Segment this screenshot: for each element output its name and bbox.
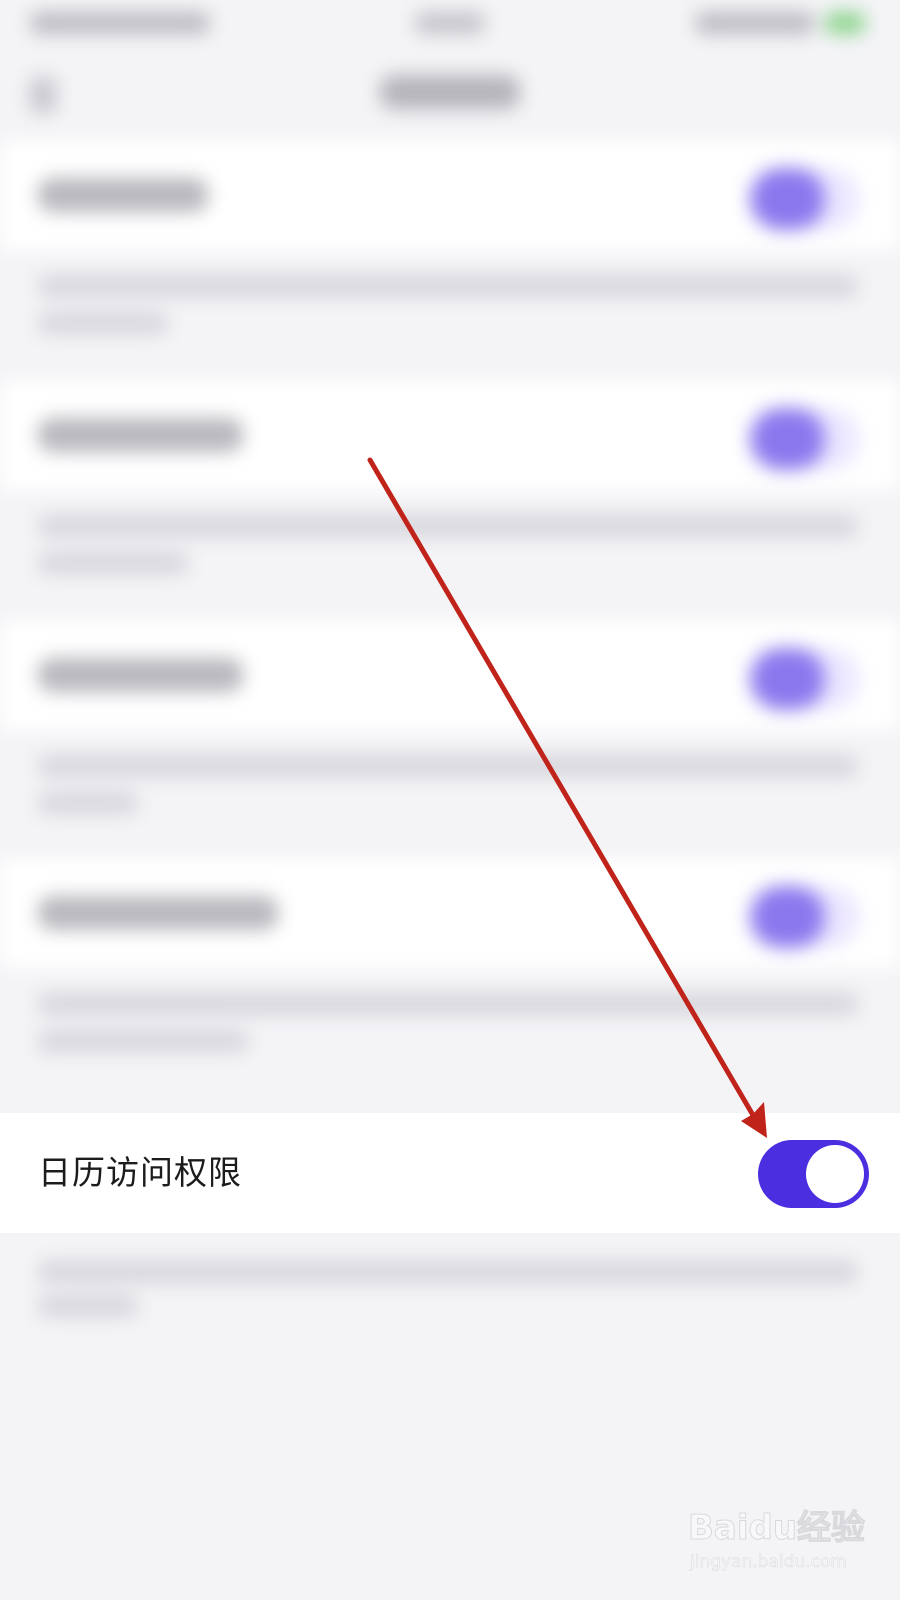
setting-row-1 (0, 140, 900, 250)
nav-bar (0, 55, 900, 135)
setting-row-1-toggle[interactable] (750, 168, 860, 230)
setting-row-4-title (38, 896, 278, 930)
toggle-knob (806, 1145, 864, 1203)
status-bar (0, 0, 900, 50)
setting-row-4-description (0, 968, 900, 1093)
setting-row-2-description (0, 490, 900, 615)
page-title (380, 75, 520, 109)
status-bar-carrier (30, 12, 210, 34)
settings-page: 日历访问权限 Baidu经验 jingyan.baidu.com (0, 0, 900, 1600)
watermark-url: jingyan.baidu.com (690, 1552, 847, 1573)
battery-icon (825, 12, 865, 34)
setting-row-4-toggle[interactable] (750, 886, 860, 948)
setting-row-calendar-access[interactable]: 日历访问权限 (0, 1113, 900, 1233)
status-bar-time (415, 12, 485, 34)
setting-row-3-toggle[interactable] (750, 648, 860, 710)
blurred-background (0, 0, 900, 1600)
setting-row-1-description (0, 250, 900, 375)
setting-row-3-description (0, 730, 900, 855)
setting-row-2-toggle[interactable] (750, 408, 860, 470)
setting-row-2-title (38, 418, 243, 452)
calendar-access-description (0, 1233, 900, 1353)
watermark: Baidu经验 jingyan.baidu.com (687, 1500, 888, 1590)
setting-row-3 (0, 620, 900, 730)
calendar-access-toggle[interactable] (758, 1140, 869, 1208)
setting-row-4 (0, 858, 900, 968)
setting-row-3-title (38, 658, 243, 692)
setting-row-1-title (38, 178, 208, 212)
setting-row-2 (0, 380, 900, 490)
status-bar-indicators (695, 12, 815, 34)
watermark-logo: Baidu经验 (687, 1508, 866, 1549)
calendar-access-label: 日历访问权限 (38, 1153, 242, 1192)
back-icon[interactable] (30, 77, 56, 113)
